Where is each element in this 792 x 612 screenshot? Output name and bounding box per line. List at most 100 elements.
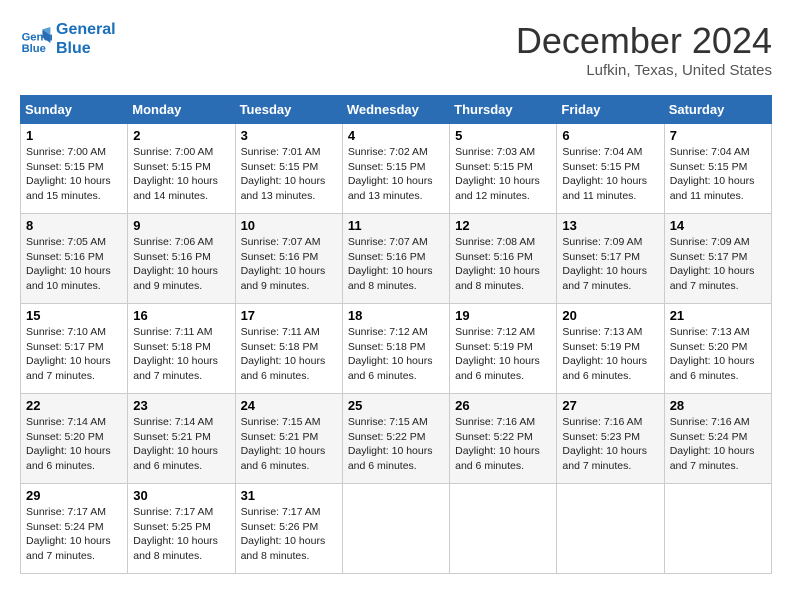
week-row-1: 1 Sunrise: 7:00 AM Sunset: 5:15 PM Dayli… <box>21 124 772 214</box>
day-number: 13 <box>562 218 658 233</box>
week-row-3: 15 Sunrise: 7:10 AM Sunset: 5:17 PM Dayl… <box>21 304 772 394</box>
day-info: Sunrise: 7:12 AM Sunset: 5:18 PM Dayligh… <box>348 325 444 384</box>
day-number: 6 <box>562 128 658 143</box>
day-info: Sunrise: 7:09 AM Sunset: 5:17 PM Dayligh… <box>562 235 658 294</box>
day-info: Sunrise: 7:16 AM Sunset: 5:24 PM Dayligh… <box>670 415 766 474</box>
day-number: 26 <box>455 398 551 413</box>
day-number: 18 <box>348 308 444 323</box>
day-number: 24 <box>241 398 337 413</box>
month-title: December 2024 <box>516 20 772 62</box>
day-number: 21 <box>670 308 766 323</box>
day-cell: 20 Sunrise: 7:13 AM Sunset: 5:19 PM Dayl… <box>557 304 664 394</box>
logo: General Blue General Blue <box>20 20 116 58</box>
header: General Blue General Blue December 2024 … <box>20 20 772 79</box>
day-cell: 27 Sunrise: 7:16 AM Sunset: 5:23 PM Dayl… <box>557 394 664 484</box>
location-title: Lufkin, Texas, United States <box>516 62 772 79</box>
day-info: Sunrise: 7:00 AM Sunset: 5:15 PM Dayligh… <box>133 145 229 204</box>
day-number: 14 <box>670 218 766 233</box>
day-number: 4 <box>348 128 444 143</box>
day-info: Sunrise: 7:01 AM Sunset: 5:15 PM Dayligh… <box>241 145 337 204</box>
day-info: Sunrise: 7:16 AM Sunset: 5:23 PM Dayligh… <box>562 415 658 474</box>
week-row-4: 22 Sunrise: 7:14 AM Sunset: 5:20 PM Dayl… <box>21 394 772 484</box>
day-cell: 21 Sunrise: 7:13 AM Sunset: 5:20 PM Dayl… <box>664 304 771 394</box>
day-info: Sunrise: 7:12 AM Sunset: 5:19 PM Dayligh… <box>455 325 551 384</box>
day-number: 16 <box>133 308 229 323</box>
day-cell: 23 Sunrise: 7:14 AM Sunset: 5:21 PM Dayl… <box>128 394 235 484</box>
day-info: Sunrise: 7:05 AM Sunset: 5:16 PM Dayligh… <box>26 235 122 294</box>
day-cell: 11 Sunrise: 7:07 AM Sunset: 5:16 PM Dayl… <box>342 214 449 304</box>
day-info: Sunrise: 7:13 AM Sunset: 5:20 PM Dayligh… <box>670 325 766 384</box>
day-cell <box>664 484 771 574</box>
day-number: 22 <box>26 398 122 413</box>
day-info: Sunrise: 7:11 AM Sunset: 5:18 PM Dayligh… <box>241 325 337 384</box>
day-info: Sunrise: 7:08 AM Sunset: 5:16 PM Dayligh… <box>455 235 551 294</box>
col-header-tuesday: Tuesday <box>235 96 342 124</box>
week-row-2: 8 Sunrise: 7:05 AM Sunset: 5:16 PM Dayli… <box>21 214 772 304</box>
calendar-table: SundayMondayTuesdayWednesdayThursdayFrid… <box>20 95 772 574</box>
day-number: 17 <box>241 308 337 323</box>
day-info: Sunrise: 7:06 AM Sunset: 5:16 PM Dayligh… <box>133 235 229 294</box>
day-info: Sunrise: 7:17 AM Sunset: 5:26 PM Dayligh… <box>241 505 337 564</box>
day-cell: 18 Sunrise: 7:12 AM Sunset: 5:18 PM Dayl… <box>342 304 449 394</box>
day-number: 31 <box>241 488 337 503</box>
day-info: Sunrise: 7:04 AM Sunset: 5:15 PM Dayligh… <box>670 145 766 204</box>
day-cell: 22 Sunrise: 7:14 AM Sunset: 5:20 PM Dayl… <box>21 394 128 484</box>
day-info: Sunrise: 7:17 AM Sunset: 5:25 PM Dayligh… <box>133 505 229 564</box>
day-number: 30 <box>133 488 229 503</box>
day-info: Sunrise: 7:14 AM Sunset: 5:20 PM Dayligh… <box>26 415 122 474</box>
day-info: Sunrise: 7:07 AM Sunset: 5:16 PM Dayligh… <box>348 235 444 294</box>
day-cell: 10 Sunrise: 7:07 AM Sunset: 5:16 PM Dayl… <box>235 214 342 304</box>
day-number: 7 <box>670 128 766 143</box>
day-number: 9 <box>133 218 229 233</box>
day-info: Sunrise: 7:17 AM Sunset: 5:24 PM Dayligh… <box>26 505 122 564</box>
day-info: Sunrise: 7:14 AM Sunset: 5:21 PM Dayligh… <box>133 415 229 474</box>
week-row-5: 29 Sunrise: 7:17 AM Sunset: 5:24 PM Dayl… <box>21 484 772 574</box>
day-cell: 7 Sunrise: 7:04 AM Sunset: 5:15 PM Dayli… <box>664 124 771 214</box>
day-cell: 17 Sunrise: 7:11 AM Sunset: 5:18 PM Dayl… <box>235 304 342 394</box>
day-info: Sunrise: 7:16 AM Sunset: 5:22 PM Dayligh… <box>455 415 551 474</box>
day-number: 25 <box>348 398 444 413</box>
day-info: Sunrise: 7:15 AM Sunset: 5:21 PM Dayligh… <box>241 415 337 474</box>
day-info: Sunrise: 7:10 AM Sunset: 5:17 PM Dayligh… <box>26 325 122 384</box>
day-number: 27 <box>562 398 658 413</box>
day-cell: 3 Sunrise: 7:01 AM Sunset: 5:15 PM Dayli… <box>235 124 342 214</box>
day-number: 20 <box>562 308 658 323</box>
day-number: 15 <box>26 308 122 323</box>
day-number: 2 <box>133 128 229 143</box>
day-number: 8 <box>26 218 122 233</box>
logo-line2: Blue <box>56 39 116 58</box>
day-info: Sunrise: 7:15 AM Sunset: 5:22 PM Dayligh… <box>348 415 444 474</box>
day-number: 1 <box>26 128 122 143</box>
day-info: Sunrise: 7:07 AM Sunset: 5:16 PM Dayligh… <box>241 235 337 294</box>
day-cell: 24 Sunrise: 7:15 AM Sunset: 5:21 PM Dayl… <box>235 394 342 484</box>
day-cell: 29 Sunrise: 7:17 AM Sunset: 5:24 PM Dayl… <box>21 484 128 574</box>
header-row: SundayMondayTuesdayWednesdayThursdayFrid… <box>21 96 772 124</box>
day-number: 12 <box>455 218 551 233</box>
day-info: Sunrise: 7:02 AM Sunset: 5:15 PM Dayligh… <box>348 145 444 204</box>
day-cell: 4 Sunrise: 7:02 AM Sunset: 5:15 PM Dayli… <box>342 124 449 214</box>
day-number: 28 <box>670 398 766 413</box>
day-number: 19 <box>455 308 551 323</box>
logo-icon: General Blue <box>20 23 52 55</box>
day-number: 23 <box>133 398 229 413</box>
col-header-wednesday: Wednesday <box>342 96 449 124</box>
day-info: Sunrise: 7:13 AM Sunset: 5:19 PM Dayligh… <box>562 325 658 384</box>
day-info: Sunrise: 7:00 AM Sunset: 5:15 PM Dayligh… <box>26 145 122 204</box>
svg-text:Blue: Blue <box>22 43 46 55</box>
col-header-monday: Monday <box>128 96 235 124</box>
day-cell: 12 Sunrise: 7:08 AM Sunset: 5:16 PM Dayl… <box>450 214 557 304</box>
day-cell: 19 Sunrise: 7:12 AM Sunset: 5:19 PM Dayl… <box>450 304 557 394</box>
day-cell: 6 Sunrise: 7:04 AM Sunset: 5:15 PM Dayli… <box>557 124 664 214</box>
logo-line1: General <box>56 20 116 39</box>
day-cell: 31 Sunrise: 7:17 AM Sunset: 5:26 PM Dayl… <box>235 484 342 574</box>
day-cell: 14 Sunrise: 7:09 AM Sunset: 5:17 PM Dayl… <box>664 214 771 304</box>
day-cell: 8 Sunrise: 7:05 AM Sunset: 5:16 PM Dayli… <box>21 214 128 304</box>
day-cell: 5 Sunrise: 7:03 AM Sunset: 5:15 PM Dayli… <box>450 124 557 214</box>
day-cell: 15 Sunrise: 7:10 AM Sunset: 5:17 PM Dayl… <box>21 304 128 394</box>
col-header-saturday: Saturday <box>664 96 771 124</box>
day-number: 29 <box>26 488 122 503</box>
day-cell <box>557 484 664 574</box>
day-cell: 1 Sunrise: 7:00 AM Sunset: 5:15 PM Dayli… <box>21 124 128 214</box>
day-info: Sunrise: 7:03 AM Sunset: 5:15 PM Dayligh… <box>455 145 551 204</box>
col-header-sunday: Sunday <box>21 96 128 124</box>
